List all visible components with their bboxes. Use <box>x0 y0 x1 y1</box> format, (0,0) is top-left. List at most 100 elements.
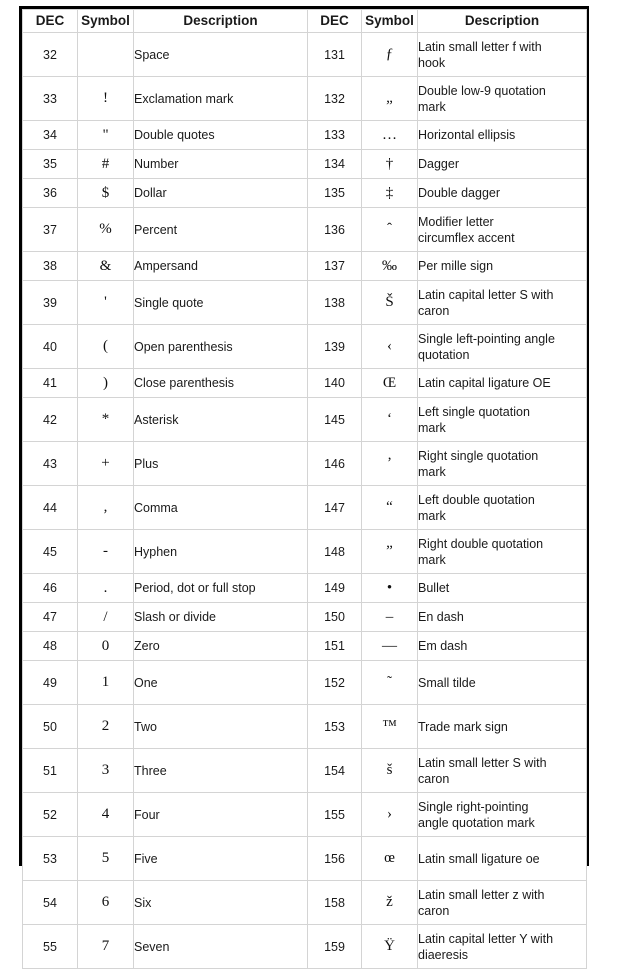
cell-description-left: Six <box>133 880 308 925</box>
desc-line: Double low-9 quotation <box>418 83 546 98</box>
cell-symbol-left: * <box>77 397 134 442</box>
desc-line: Per mille sign <box>418 259 494 273</box>
cell-description-right: Right double quotation mark <box>417 529 587 574</box>
desc-line: Latin capital ligature OE <box>418 376 551 390</box>
cell-symbol-left: " <box>77 120 134 150</box>
cell-symbol-right: Š <box>361 280 418 325</box>
desc-line: Single quote <box>134 295 204 310</box>
cell-dec-left: 35 <box>22 149 78 179</box>
desc-line: mark <box>418 464 446 479</box>
cell-description-right: Latin small letter S with caron <box>417 748 587 793</box>
desc-line: Seven <box>134 939 170 954</box>
cell-symbol-right: ƒ <box>361 32 418 77</box>
cell-symbol-left: % <box>77 207 134 252</box>
cell-description-left: Space <box>133 32 308 77</box>
cell-dec-right: 145 <box>307 397 362 442</box>
cell-description-right: Left single quotation mark <box>417 397 587 442</box>
cell-dec-left: 49 <box>22 660 78 705</box>
desc-line: Six <box>134 895 152 910</box>
cell-symbol-left: , <box>77 485 134 530</box>
table-row: 49 1 One 152 ˜ Small tilde <box>22 660 587 705</box>
desc-line: angle quotation mark <box>418 815 535 830</box>
header-description-right: Description <box>417 9 587 33</box>
cell-description-left: Period, dot or full stop <box>133 573 308 603</box>
cell-symbol-right: … <box>361 120 418 150</box>
cell-symbol-left: ! <box>77 76 134 121</box>
table-row: 33! Exclamation mark 132 „ Double low-9 quot… <box>22 76 587 121</box>
cell-symbol-left: + <box>77 441 134 486</box>
desc-line: Single right-pointing <box>418 799 529 814</box>
cell-description-right: Latin capital ligature OE <box>417 368 587 398</box>
cell-symbol-right: — <box>361 631 418 661</box>
cell-description-right: Em dash <box>417 631 587 661</box>
cell-dec-left: 46 <box>22 573 78 603</box>
cell-dec-right: 151 <box>307 631 362 661</box>
desc-line: Double quotes <box>134 128 215 142</box>
desc-line: Open parenthesis <box>134 339 233 354</box>
cell-description-right: Left double quotation mark <box>417 485 587 530</box>
cell-symbol-left: 6 <box>77 880 134 925</box>
cell-symbol-right: “ <box>361 485 418 530</box>
cell-description-left: Close parenthesis <box>133 368 308 398</box>
desc-line: Latin small letter S with <box>418 755 547 770</box>
cell-description-left: Two <box>133 704 308 749</box>
cell-dec-left: 43 <box>22 441 78 486</box>
cell-description-right: Horizontal ellipsis <box>417 120 587 150</box>
cell-dec-right: 156 <box>307 836 362 881</box>
desc-line: Horizontal ellipsis <box>418 128 516 142</box>
desc-line: Plus <box>134 456 159 471</box>
desc-line: caron <box>418 303 450 318</box>
desc-line: Right double quotation <box>418 536 544 551</box>
cell-description-right: Single right-pointing angle quotation mar… <box>417 792 587 837</box>
desc-line: Latin small ligature oe <box>418 851 540 866</box>
desc-line: Double dagger <box>418 186 501 200</box>
desc-line: Left single quotation <box>418 404 530 419</box>
desc-line: En dash <box>418 610 464 624</box>
desc-line: Single left-pointing angle <box>418 331 555 346</box>
cell-dec-right: 137 <box>307 251 362 281</box>
table-row: 50 2 Two 153 ™ Trade mark sign <box>22 704 587 749</box>
cell-description-right: Trade mark sign <box>417 704 587 749</box>
cell-dec-right: 132 <box>307 76 362 121</box>
cell-dec-right: 134 <box>307 149 362 179</box>
cell-description-left: Plus <box>133 441 308 486</box>
desc-line: quotation <box>418 347 470 362</box>
cell-description-right: Latin capital letter S with caron <box>417 280 587 325</box>
cell-dec-left: 34 <box>22 120 78 150</box>
cell-symbol-right: „ <box>361 76 418 121</box>
desc-line: Four <box>134 807 160 822</box>
cell-symbol-right: ™ <box>361 704 418 749</box>
table-row: 52 4 Four 155 › Single right-pointing angle qu… <box>22 792 587 837</box>
cell-symbol-left: 0 <box>77 631 134 661</box>
cell-description-left: Dollar <box>133 178 308 208</box>
cell-symbol-left: 4 <box>77 792 134 837</box>
desc-line: mark <box>418 552 446 567</box>
cell-dec-right: 133 <box>307 120 362 150</box>
desc-line: Latin capital letter S with <box>418 287 554 302</box>
cell-dec-right: 147 <box>307 485 362 530</box>
desc-line: Exclamation mark <box>134 91 234 106</box>
cell-dec-left: 33 <box>22 76 78 121</box>
cell-dec-left: 38 <box>22 251 78 281</box>
cell-symbol-right: ž <box>361 880 418 925</box>
cell-symbol-right: ‹ <box>361 324 418 369</box>
desc-line: Period, dot or full stop <box>134 581 256 595</box>
desc-line: Asterisk <box>134 412 179 427</box>
cell-description-right: Right single quotation mark <box>417 441 587 486</box>
cell-symbol-left: ( <box>77 324 134 369</box>
cell-dec-right: 131 <box>307 32 362 77</box>
cell-dec-right: 140 <box>307 368 362 398</box>
cell-dec-left: 44 <box>22 485 78 530</box>
cell-description-right: Bullet <box>417 573 587 603</box>
cell-dec-right: 158 <box>307 880 362 925</box>
table-row: 38 & Ampersand 137 ‰ Per mille sign <box>22 251 587 281</box>
cell-symbol-left: $ <box>77 178 134 208</box>
cell-description-left: Three <box>133 748 308 793</box>
cell-dec-right: 148 <box>307 529 362 574</box>
cell-dec-right: 155 <box>307 792 362 837</box>
cell-description-right: Latin small letter z with caron <box>417 880 587 925</box>
cell-description-right: Double dagger <box>417 178 587 208</box>
cell-symbol-left: . <box>77 573 134 603</box>
desc-line: hook <box>418 55 446 70</box>
cell-symbol-right: › <box>361 792 418 837</box>
